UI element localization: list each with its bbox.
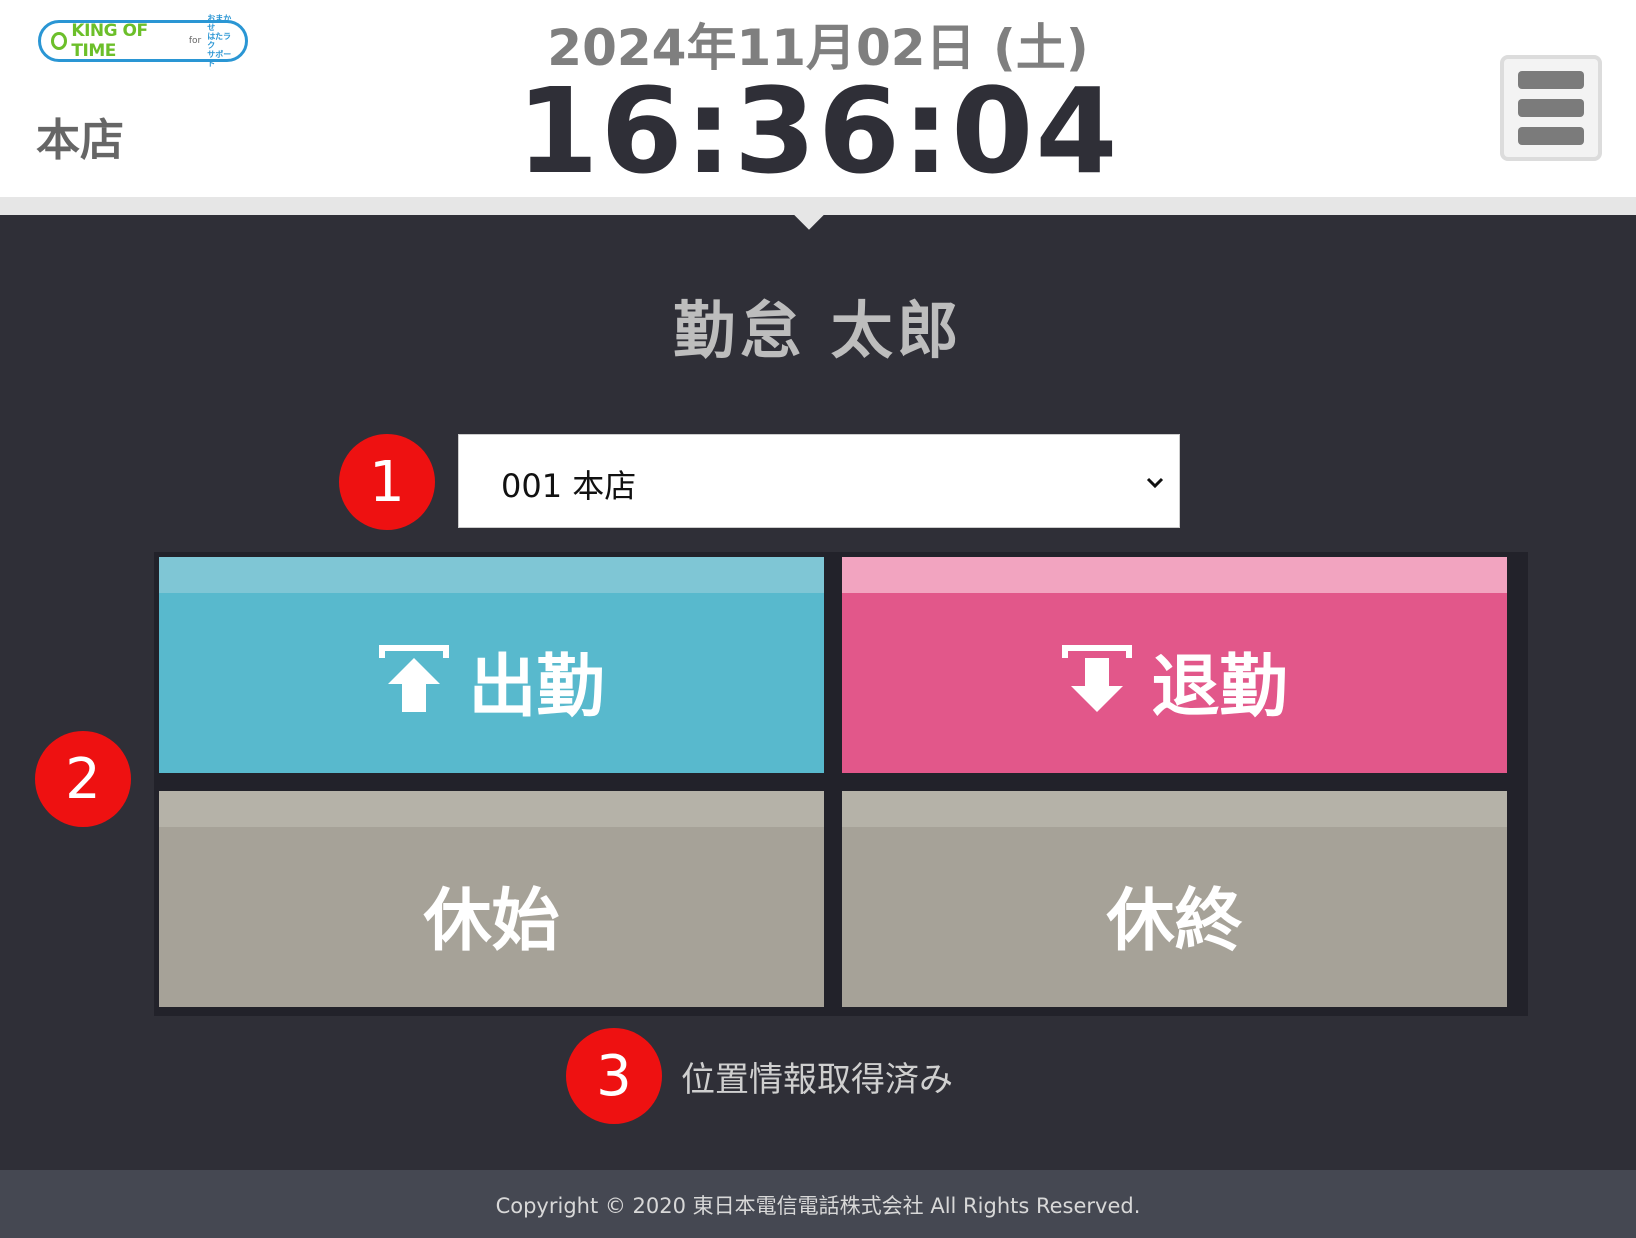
footer: Copyright © 2020 東日本電信電話株式会社 All Rights … (0, 1170, 1636, 1238)
employee-name: 勤怠 太郎 (673, 294, 963, 367)
clock-in-label: 出勤 (468, 647, 605, 727)
hamburger-menu-button[interactable] (1500, 55, 1602, 161)
step-badge-3: 3 (566, 1028, 662, 1124)
button-highlight (842, 557, 1507, 593)
arrow-down-icon (1062, 645, 1133, 712)
location-status: 位置情報取得済み (681, 1060, 953, 1100)
break-start-label: 休始 (423, 881, 560, 961)
header-notch (772, 203, 846, 240)
break-end-button[interactable]: 休終 (842, 791, 1507, 1007)
store-select[interactable]: 001 本店 (458, 434, 1180, 528)
chevron-down-icon (1146, 477, 1164, 489)
hamburger-menu-icon (1518, 99, 1584, 117)
current-time: 16:36:04 (516, 62, 1120, 200)
store-select-value: 001 本店 (501, 467, 637, 505)
button-highlight (159, 557, 824, 593)
copyright-text: Copyright © 2020 東日本電信電話株式会社 All Rights … (495, 1194, 1141, 1218)
clock-out-button[interactable]: 退勤 (842, 557, 1507, 773)
hamburger-menu-icon (1518, 127, 1584, 145)
button-highlight (842, 791, 1507, 827)
clock-in-button[interactable]: 出勤 (159, 557, 824, 773)
break-start-button[interactable]: 休始 (159, 791, 824, 1007)
step-badge-1: 1 (339, 434, 435, 530)
button-highlight (159, 791, 824, 827)
step-badge-2: 2 (35, 731, 131, 827)
hamburger-menu-icon (1518, 71, 1584, 89)
clock-out-label: 退勤 (1151, 647, 1288, 727)
break-end-label: 休終 (1106, 881, 1243, 961)
app-header: KING OF TIME for おまかせ はたラク サポート 本店 2024年… (0, 0, 1636, 200)
arrow-up-icon (379, 645, 450, 712)
